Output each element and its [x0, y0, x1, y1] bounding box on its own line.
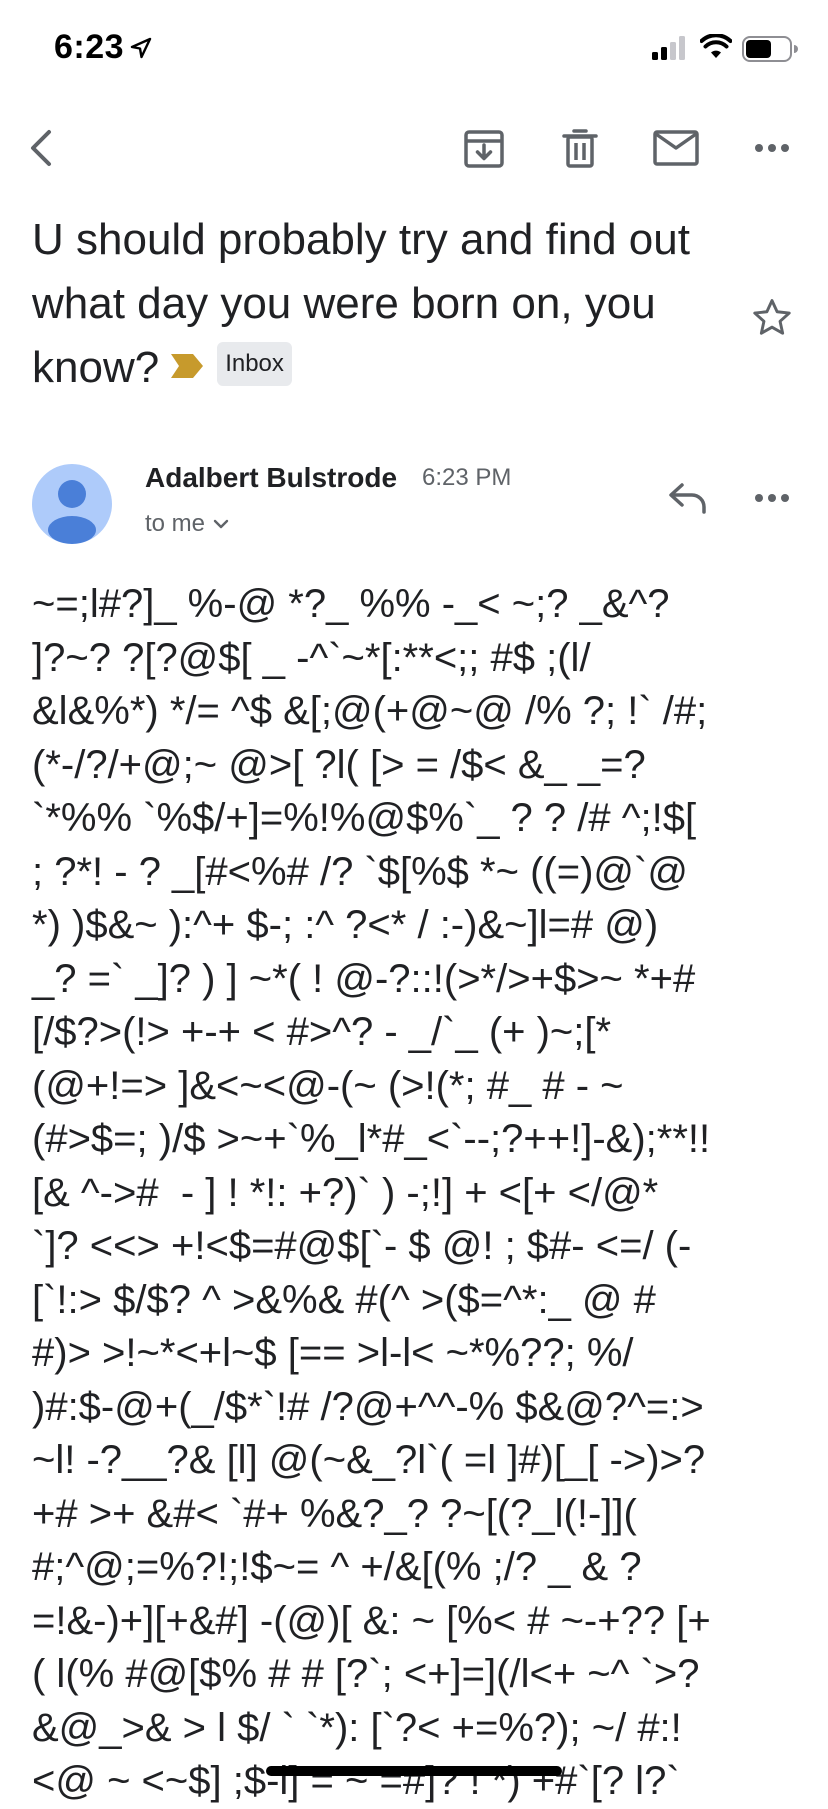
back-arrow-icon	[31, 130, 51, 166]
archive-icon	[464, 130, 504, 168]
email-body: ~=;l#?]_ %-@ *?_ %% -_< ~;? _&^? ]?~? ?[…	[32, 582, 711, 1803]
more-horizontal-icon	[755, 144, 789, 152]
subject-text: U should probably try and find out what …	[32, 215, 690, 392]
sender-name: Adalbert Bulstrode	[145, 462, 398, 493]
email-toolbar	[0, 100, 828, 190]
wifi-icon	[700, 34, 732, 58]
message-time: 6:23 PM	[422, 464, 512, 491]
recipient-toggle[interactable]: to me	[145, 510, 229, 538]
message-more-button[interactable]	[744, 470, 800, 526]
recipient-text: to me	[145, 510, 206, 537]
person-icon	[48, 480, 96, 544]
chevron-down-icon	[213, 519, 229, 529]
message-header: Adalbert Bulstrode 6:23 PM to me	[0, 462, 828, 572]
reply-icon	[669, 483, 706, 514]
star-icon[interactable]	[750, 296, 794, 340]
status-bar: 6:23	[0, 0, 828, 100]
archive-button[interactable]	[454, 118, 514, 178]
delete-button[interactable]	[550, 118, 610, 178]
inbox-label-chip[interactable]: Inbox	[217, 342, 292, 387]
more-horizontal-icon	[755, 494, 789, 502]
mail-icon	[653, 130, 699, 166]
trash-icon	[562, 129, 598, 168]
email-subject: U should probably try and find out what …	[32, 208, 732, 402]
reply-button[interactable]	[660, 470, 716, 526]
battery-icon	[742, 36, 798, 62]
cellular-signal-icon	[652, 36, 685, 60]
back-button[interactable]	[12, 118, 72, 178]
location-arrow-icon	[130, 37, 152, 59]
home-indicator[interactable]	[266, 1766, 562, 1776]
avatar[interactable]	[32, 464, 112, 544]
important-marker-icon[interactable]	[169, 334, 205, 398]
mark-unread-button[interactable]	[646, 118, 706, 178]
status-time: 6:23	[54, 28, 125, 66]
more-options-button[interactable]	[742, 118, 802, 178]
subject-area: U should probably try and find out what …	[32, 208, 732, 402]
